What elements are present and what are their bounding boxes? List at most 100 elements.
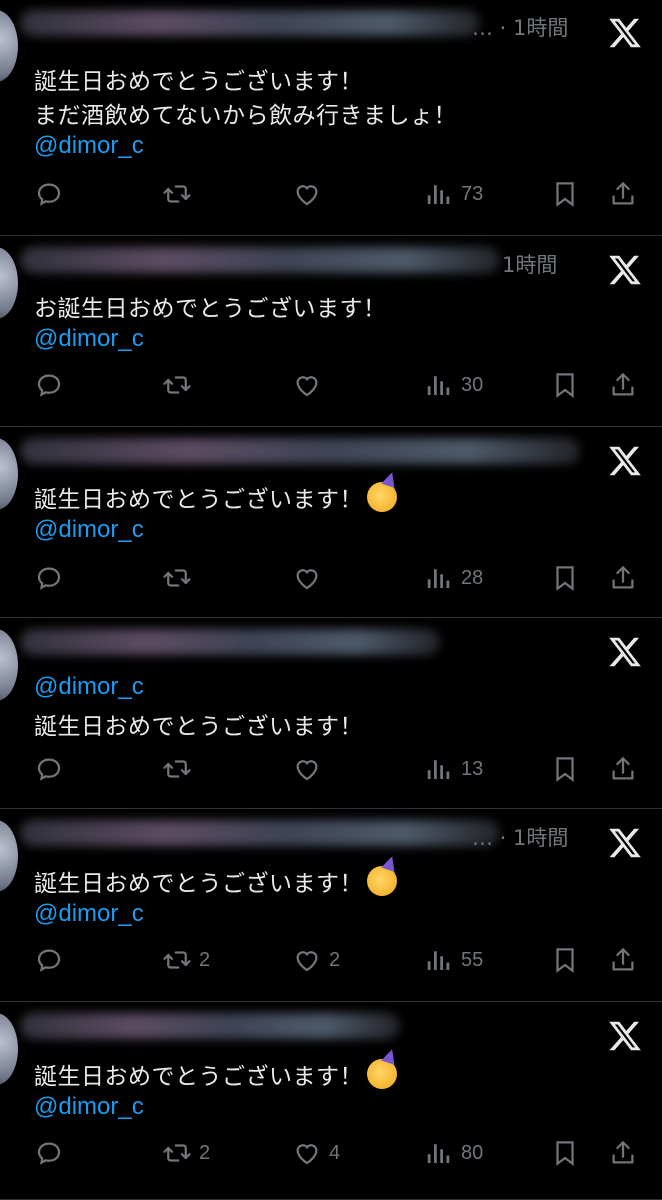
x-logo-icon [606, 251, 644, 289]
views-button[interactable]: 28 [424, 558, 483, 598]
tweet-text-content: 誕生日おめでとうございます！ [34, 714, 363, 740]
views-button[interactable]: 80 [424, 1133, 483, 1173]
mention-link[interactable]: @dimor_c [34, 1093, 144, 1121]
avatar[interactable] [0, 629, 18, 701]
action-bar: 2 2 55 [0, 940, 662, 980]
views-button[interactable]: 55 [424, 940, 483, 980]
tweet-text: 誕生日おめでとうございます！ [34, 864, 397, 898]
retweet-button[interactable]: 2 [162, 1133, 210, 1173]
reply-button[interactable] [34, 174, 64, 214]
share-icon [608, 754, 638, 784]
views-button[interactable]: 13 [424, 749, 483, 789]
avatar[interactable] [0, 247, 18, 319]
author-name-blurred[interactable] [20, 820, 500, 846]
like-button[interactable] [292, 749, 322, 789]
like-button[interactable]: 2 [292, 940, 340, 980]
tweet[interactable]: 誕生日おめでとうございます！ @dimor_c 13 [0, 619, 662, 809]
reply-button[interactable] [34, 940, 64, 980]
timestamp[interactable]: … · 1時間 [472, 822, 568, 852]
share-button[interactable] [608, 365, 638, 405]
mention-link[interactable]: @dimor_c [34, 900, 144, 928]
like-count: 4 [329, 1141, 341, 1164]
bookmark-button[interactable] [550, 365, 580, 405]
share-button[interactable] [608, 1133, 638, 1173]
views-icon [424, 179, 454, 209]
views-count: 55 [461, 948, 484, 971]
tweet[interactable]: 誕生日おめでとうございます！ @dimor_c 2 4 80 [0, 1003, 662, 1200]
like-count: 2 [329, 948, 341, 971]
reply-button[interactable] [34, 365, 64, 405]
avatar[interactable] [0, 10, 18, 82]
share-icon [608, 563, 638, 593]
share-button[interactable] [608, 749, 638, 789]
tweet[interactable]: … · 1時間誕生日おめでとうございます！ まだ酒飲めてないから飲み行きましょ！ @… [0, 0, 662, 236]
tweet[interactable]: … · 1時間誕生日おめでとうございます！ @dimor_c 2 2 55 [0, 810, 662, 1002]
reply-icon [34, 563, 64, 593]
mention-link[interactable]: @dimor_c [34, 673, 144, 701]
reply-button[interactable] [34, 1133, 64, 1173]
like-button[interactable] [292, 365, 322, 405]
views-button[interactable]: 73 [424, 174, 483, 214]
share-button[interactable] [608, 940, 638, 980]
views-count: 30 [461, 373, 484, 396]
author-name-blurred[interactable] [20, 10, 480, 36]
tweet-text-content: 誕生日おめでとうございます！ [34, 69, 363, 95]
views-icon [424, 1138, 454, 1168]
retweet-button[interactable] [162, 365, 192, 405]
tweet-divider [0, 235, 662, 236]
like-icon [292, 370, 322, 400]
like-icon [292, 563, 322, 593]
bookmark-button[interactable] [550, 174, 580, 214]
retweet-icon [162, 754, 192, 784]
tweet-text: 誕生日おめでとうございます！ [34, 707, 363, 741]
tweet-text-content: 誕生日おめでとうございます！ [34, 487, 363, 513]
retweet-button[interactable] [162, 558, 192, 598]
tweet[interactable]: 誕生日おめでとうございます！ @dimor_c 28 [0, 428, 662, 618]
share-button[interactable] [608, 174, 638, 214]
avatar[interactable] [0, 820, 18, 892]
tweet-text: 誕生日おめでとうございます！ [34, 1057, 397, 1091]
bookmark-button[interactable] [550, 940, 580, 980]
reply-button[interactable] [34, 749, 64, 789]
views-count: 13 [461, 757, 484, 780]
like-button[interactable] [292, 558, 322, 598]
bookmark-button[interactable] [550, 558, 580, 598]
like-button[interactable] [292, 174, 322, 214]
author-name-blurred[interactable] [20, 247, 500, 273]
bookmark-button[interactable] [550, 749, 580, 789]
retweet-button[interactable] [162, 174, 192, 214]
mention-link[interactable]: @dimor_c [34, 516, 144, 544]
bookmark-icon [550, 754, 580, 784]
reply-button[interactable] [34, 558, 64, 598]
timestamp[interactable]: 1時間 [502, 249, 557, 279]
like-button[interactable]: 4 [292, 1133, 340, 1173]
author-name-blurred[interactable] [20, 438, 580, 464]
tweet-divider [0, 426, 662, 427]
share-icon [608, 1138, 638, 1168]
tweet-text-content: まだ酒飲めてないから飲み行きましょ！ [34, 103, 457, 129]
author-name-blurred[interactable] [20, 629, 440, 655]
retweet-count: 2 [199, 948, 211, 971]
retweet-icon [162, 370, 192, 400]
timestamp[interactable]: … · 1時間 [472, 12, 568, 42]
share-icon [608, 370, 638, 400]
tweet-text: 誕生日おめでとうございます！ [34, 480, 397, 514]
share-button[interactable] [608, 558, 638, 598]
bookmark-button[interactable] [550, 1133, 580, 1173]
x-logo-icon [606, 633, 644, 671]
avatar[interactable] [0, 438, 18, 510]
retweet-button[interactable] [162, 749, 192, 789]
mention-link[interactable]: @dimor_c [34, 132, 144, 160]
tweet[interactable]: 1時間 お誕生日おめでとうございます！ @dimor_c 30 [0, 237, 662, 427]
views-button[interactable]: 30 [424, 365, 483, 405]
action-bar: 30 [0, 365, 662, 405]
retweet-count: 2 [199, 1141, 211, 1164]
retweet-button[interactable]: 2 [162, 940, 210, 980]
partying-face-emoji-icon [367, 1059, 397, 1089]
like-icon [292, 1138, 322, 1168]
avatar[interactable] [0, 1013, 18, 1085]
author-name-blurred[interactable] [20, 1013, 400, 1039]
mention-link[interactable]: @dimor_c [34, 325, 144, 353]
x-logo-icon [606, 14, 644, 52]
partying-face-emoji-icon [367, 482, 397, 512]
